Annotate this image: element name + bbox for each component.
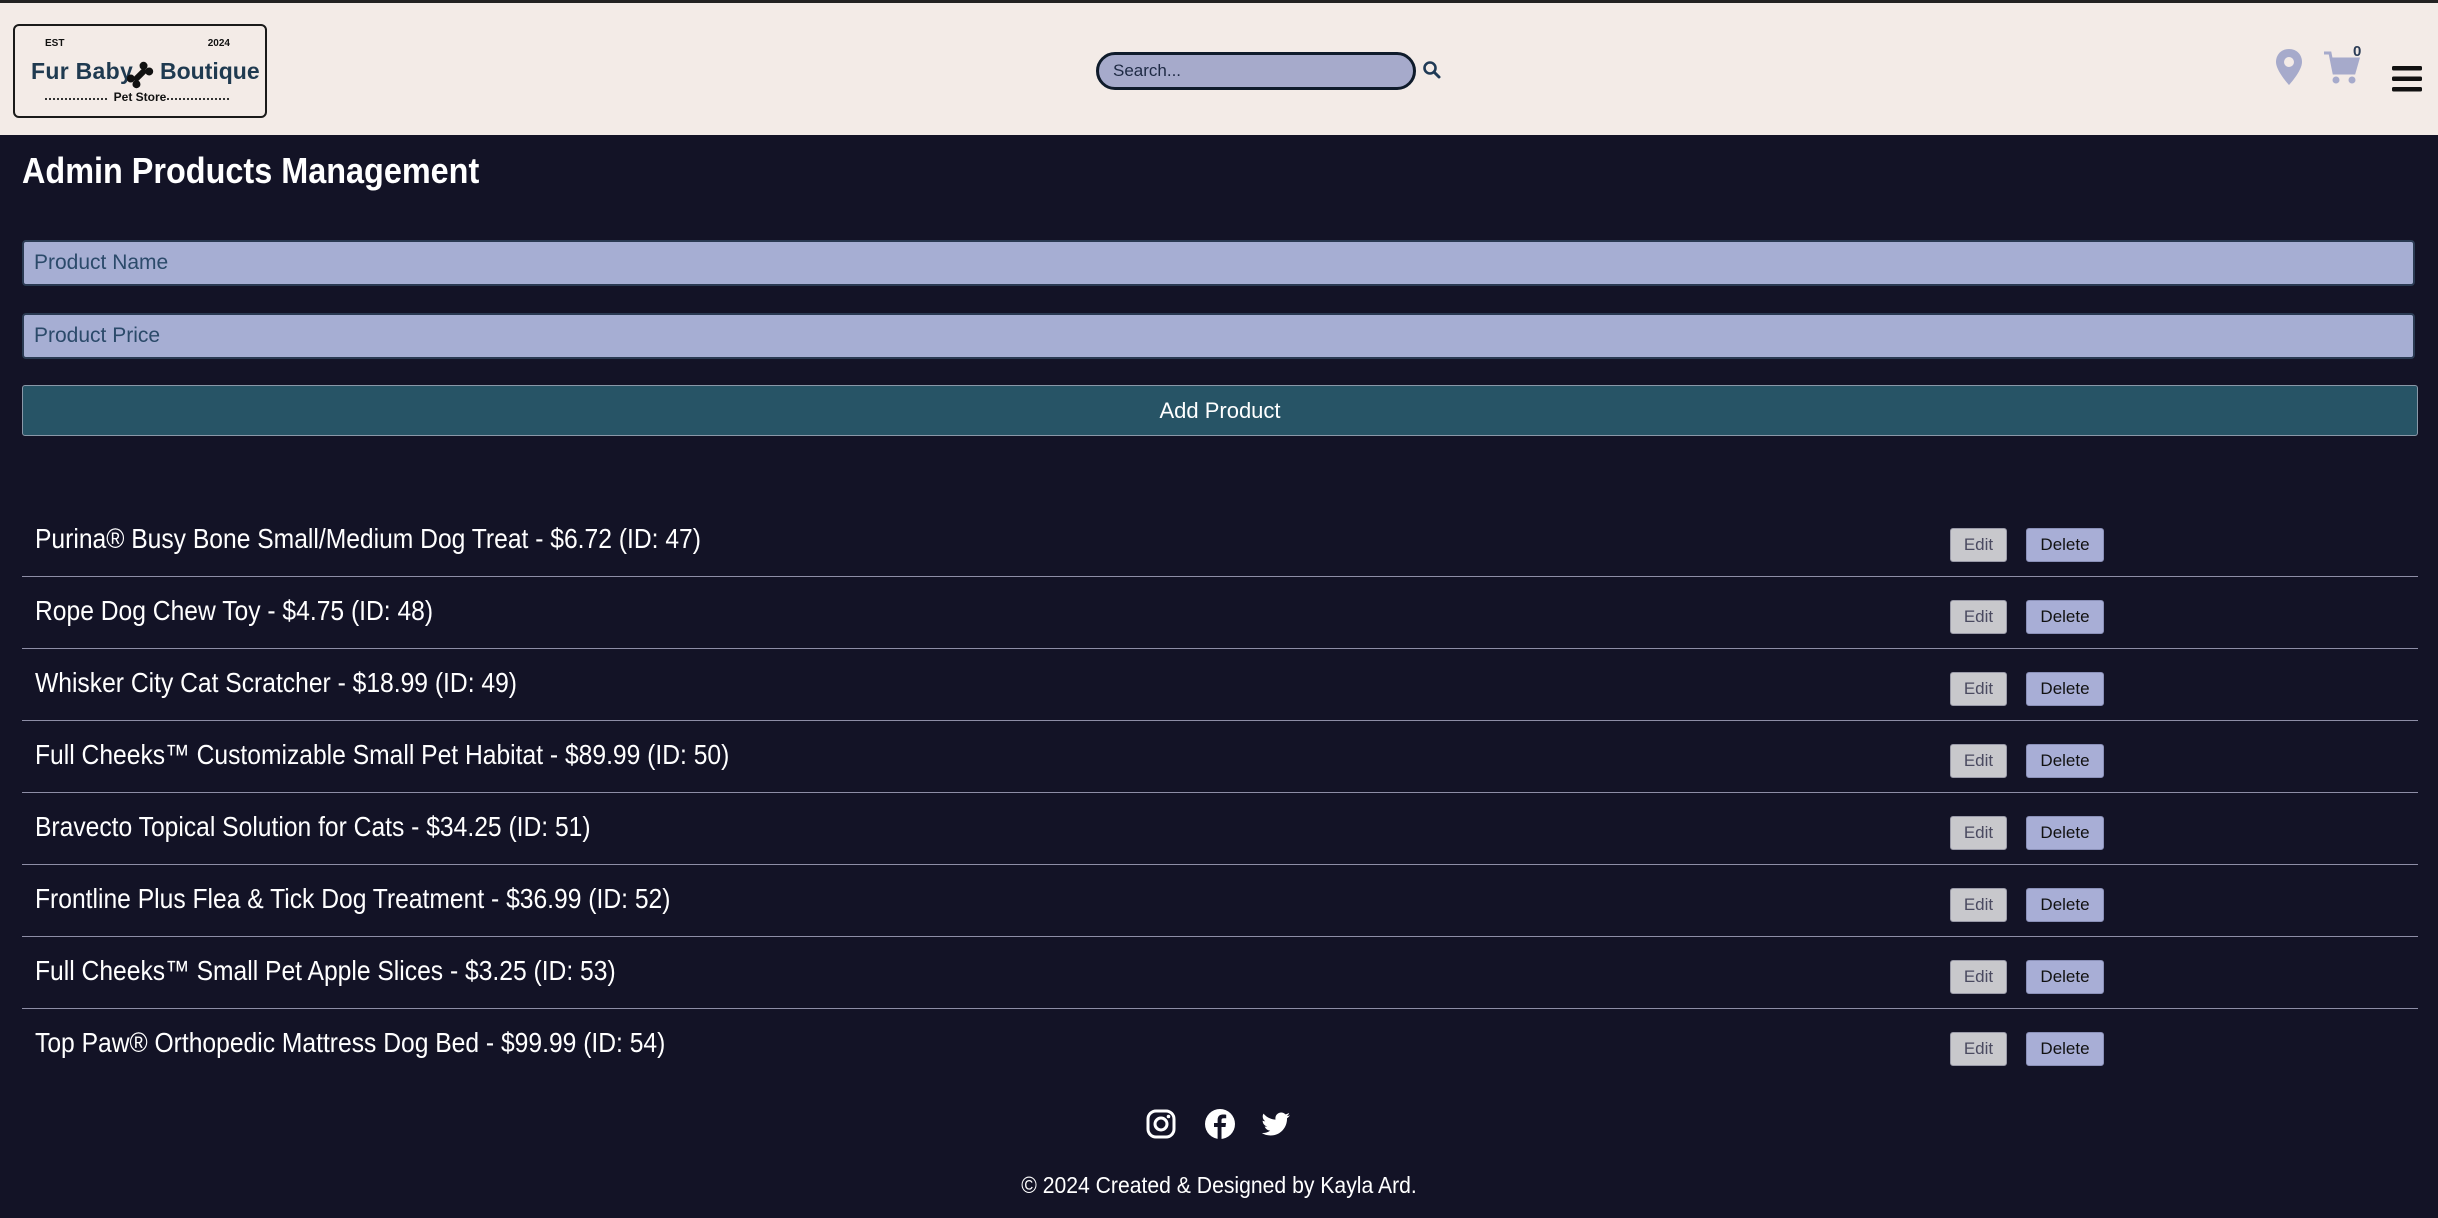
- page-title: Admin Products Management: [22, 150, 480, 191]
- product-row: Bravecto Topical Solution for Cats - $34…: [22, 793, 2418, 865]
- edit-button[interactable]: Edit: [1950, 672, 2007, 706]
- product-text: Bravecto Topical Solution for Cats - $34…: [35, 811, 591, 842]
- product-text: Rope Dog Chew Toy - $4.75 (ID: 48): [35, 595, 434, 626]
- logo-divider-right: [167, 98, 229, 100]
- product-row: Purina® Busy Bone Small/Medium Dog Treat…: [22, 505, 2418, 577]
- product-text: Frontline Plus Flea & Tick Dog Treatment…: [35, 883, 671, 914]
- delete-button[interactable]: Delete: [2026, 600, 2104, 634]
- edit-button[interactable]: Edit: [1950, 960, 2007, 994]
- edit-button[interactable]: Edit: [1950, 528, 2007, 562]
- product-price-input[interactable]: [22, 313, 2415, 359]
- search-input[interactable]: [1096, 52, 1416, 90]
- cart-count-badge: 0: [2353, 43, 2362, 60]
- product-text: Whisker City Cat Scratcher - $18.99 (ID:…: [35, 667, 518, 698]
- twitter-icon[interactable]: [1260, 1108, 1292, 1140]
- product-name-input[interactable]: [22, 240, 2415, 286]
- delete-button[interactable]: Delete: [2026, 744, 2104, 778]
- delete-button[interactable]: Delete: [2026, 1032, 2104, 1066]
- edit-button[interactable]: Edit: [1950, 744, 2007, 778]
- bone-icon: [126, 61, 154, 89]
- add-product-button[interactable]: Add Product: [22, 385, 2418, 436]
- product-row: Full Cheeks™ Customizable Small Pet Habi…: [22, 721, 2418, 793]
- delete-button[interactable]: Delete: [2026, 816, 2104, 850]
- product-row: Top Paw® Orthopedic Mattress Dog Bed - $…: [22, 1009, 2418, 1081]
- product-text: Top Paw® Orthopedic Mattress Dog Bed - $…: [35, 1027, 666, 1058]
- product-text: Purina® Busy Bone Small/Medium Dog Treat…: [35, 523, 701, 554]
- edit-button[interactable]: Edit: [1950, 888, 2007, 922]
- product-list: Purina® Busy Bone Small/Medium Dog Treat…: [22, 505, 2418, 1081]
- search-icon[interactable]: [1421, 59, 1443, 81]
- product-row: Frontline Plus Flea & Tick Dog Treatment…: [22, 865, 2418, 937]
- product-row: Whisker City Cat Scratcher - $18.99 (ID:…: [22, 649, 2418, 721]
- hamburger-menu-icon[interactable]: [2390, 63, 2424, 95]
- delete-button[interactable]: Delete: [2026, 672, 2104, 706]
- delete-button[interactable]: Delete: [2026, 960, 2104, 994]
- edit-button[interactable]: Edit: [1950, 816, 2007, 850]
- edit-button[interactable]: Edit: [1950, 600, 2007, 634]
- copyright-text: © 2024 Created & Designed by Kayla Ard.: [1021, 1172, 1417, 1198]
- product-text: Full Cheeks™ Small Pet Apple Slices - $3…: [35, 955, 616, 986]
- map-pin-icon[interactable]: [2274, 47, 2304, 87]
- logo-est-text: EST: [45, 38, 65, 49]
- instagram-icon[interactable]: [1145, 1108, 1177, 1140]
- facebook-icon[interactable]: [1204, 1108, 1236, 1140]
- delete-button[interactable]: Delete: [2026, 528, 2104, 562]
- product-text: Full Cheeks™ Customizable Small Pet Habi…: [35, 739, 730, 770]
- logo-subtitle: Pet Store: [113, 90, 167, 104]
- edit-button[interactable]: Edit: [1950, 1032, 2007, 1066]
- product-row: Full Cheeks™ Small Pet Apple Slices - $3…: [22, 937, 2418, 1009]
- product-row: Rope Dog Chew Toy - $4.75 (ID: 48) Edit …: [22, 577, 2418, 649]
- site-header: EST 2024 Fur Baby Boutique Pet Store Sea…: [0, 0, 2438, 135]
- logo-brand-left: Fur Baby: [31, 58, 134, 84]
- logo-brand-right: Boutique: [160, 58, 260, 84]
- search-bar: [1096, 52, 1416, 90]
- delete-button[interactable]: Delete: [2026, 888, 2104, 922]
- store-logo[interactable]: EST 2024 Fur Baby Boutique Pet Store: [13, 24, 267, 118]
- logo-year-text: 2024: [207, 38, 230, 49]
